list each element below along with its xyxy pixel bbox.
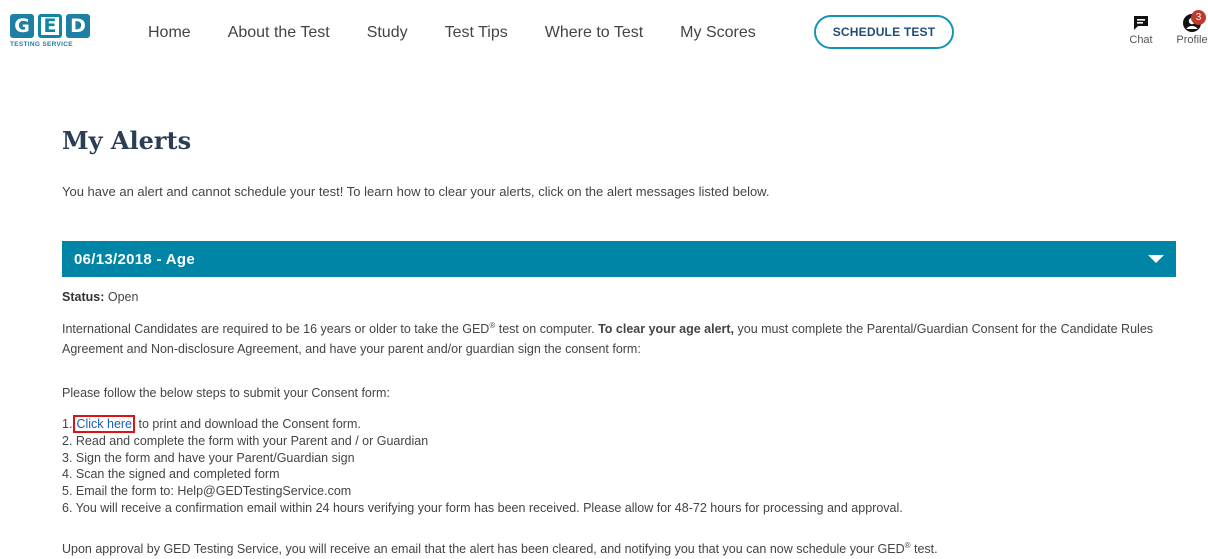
steps-list: 1. Click here to print and download the C… <box>62 415 903 517</box>
notification-badge: 3 <box>1191 10 1206 25</box>
chat-label: Chat <box>1129 34 1153 46</box>
approval-text: Upon approval by GED Testing Service, yo… <box>62 542 905 557</box>
profile-label: Profile <box>1176 34 1208 46</box>
alert-title: 06/13/2018 - Age <box>74 250 195 268</box>
desc-text-1: International Candidates are required to… <box>62 322 490 337</box>
alert-accordion-header[interactable]: 06/13/2018 - Age <box>62 241 1176 277</box>
chevron-down-icon <box>1148 255 1164 263</box>
desc-bold-text: To clear your age alert, <box>598 322 735 337</box>
main-nav: Home About the Test Study Test Tips Wher… <box>148 24 793 42</box>
nav-about-the-test[interactable]: About the Test <box>228 24 330 42</box>
status-label: Status: <box>62 290 105 304</box>
alerts-intro-text: You have an alert and cannot schedule yo… <box>62 184 770 199</box>
logo-letters: G E D <box>10 14 102 38</box>
step-text: to print and download the Consent form. <box>135 417 361 431</box>
alert-description: International Candidates are required to… <box>62 316 1172 359</box>
step-number: 1. <box>62 417 73 431</box>
list-item: 4. Scan the signed and completed form <box>62 467 280 482</box>
chat-bubble-icon <box>1134 16 1148 30</box>
nav-home[interactable]: Home <box>148 24 191 42</box>
ged-logo[interactable]: G E D TESTING SERVICE <box>10 14 102 52</box>
nav-study[interactable]: Study <box>367 24 408 42</box>
page-title: My Alerts <box>62 126 192 155</box>
nav-my-scores[interactable]: My Scores <box>680 24 756 42</box>
logo-letter-g: G <box>10 14 34 38</box>
status-value: Open <box>107 290 139 304</box>
click-here-link[interactable]: Click here <box>73 415 136 433</box>
alert-status: Status: Open <box>62 290 138 304</box>
list-item: 6. You will receive a confirmation email… <box>62 500 903 515</box>
logo-tagline: TESTING SERVICE <box>10 41 73 48</box>
nav-test-tips[interactable]: Test Tips <box>445 24 508 42</box>
schedule-test-button[interactable]: SCHEDULE TEST <box>814 15 954 49</box>
nav-where-to-test[interactable]: Where to Test <box>545 24 643 42</box>
list-item: 3. Sign the form and have your Parent/Gu… <box>62 450 355 465</box>
list-item: 5. Email the form to: Help@GEDTestingSer… <box>62 484 352 499</box>
logo-letter-d: D <box>66 14 90 38</box>
list-item: 1. Click here to print and download the C… <box>62 415 903 433</box>
logo-letter-e: E <box>38 14 62 38</box>
chat-button[interactable]: Chat <box>1126 12 1156 46</box>
steps-intro: Please follow the below steps to submit … <box>62 386 390 400</box>
approval-note: Upon approval by GED Testing Service, yo… <box>62 541 938 556</box>
approval-text-end: test. <box>910 542 938 557</box>
profile-button[interactable]: 3 Profile <box>1172 10 1208 46</box>
list-item: 2. Read and complete the form with your … <box>62 433 429 448</box>
desc-text-2: test on computer. <box>495 322 599 337</box>
site-header: G E D TESTING SERVICE Home About the Tes… <box>0 0 1208 68</box>
